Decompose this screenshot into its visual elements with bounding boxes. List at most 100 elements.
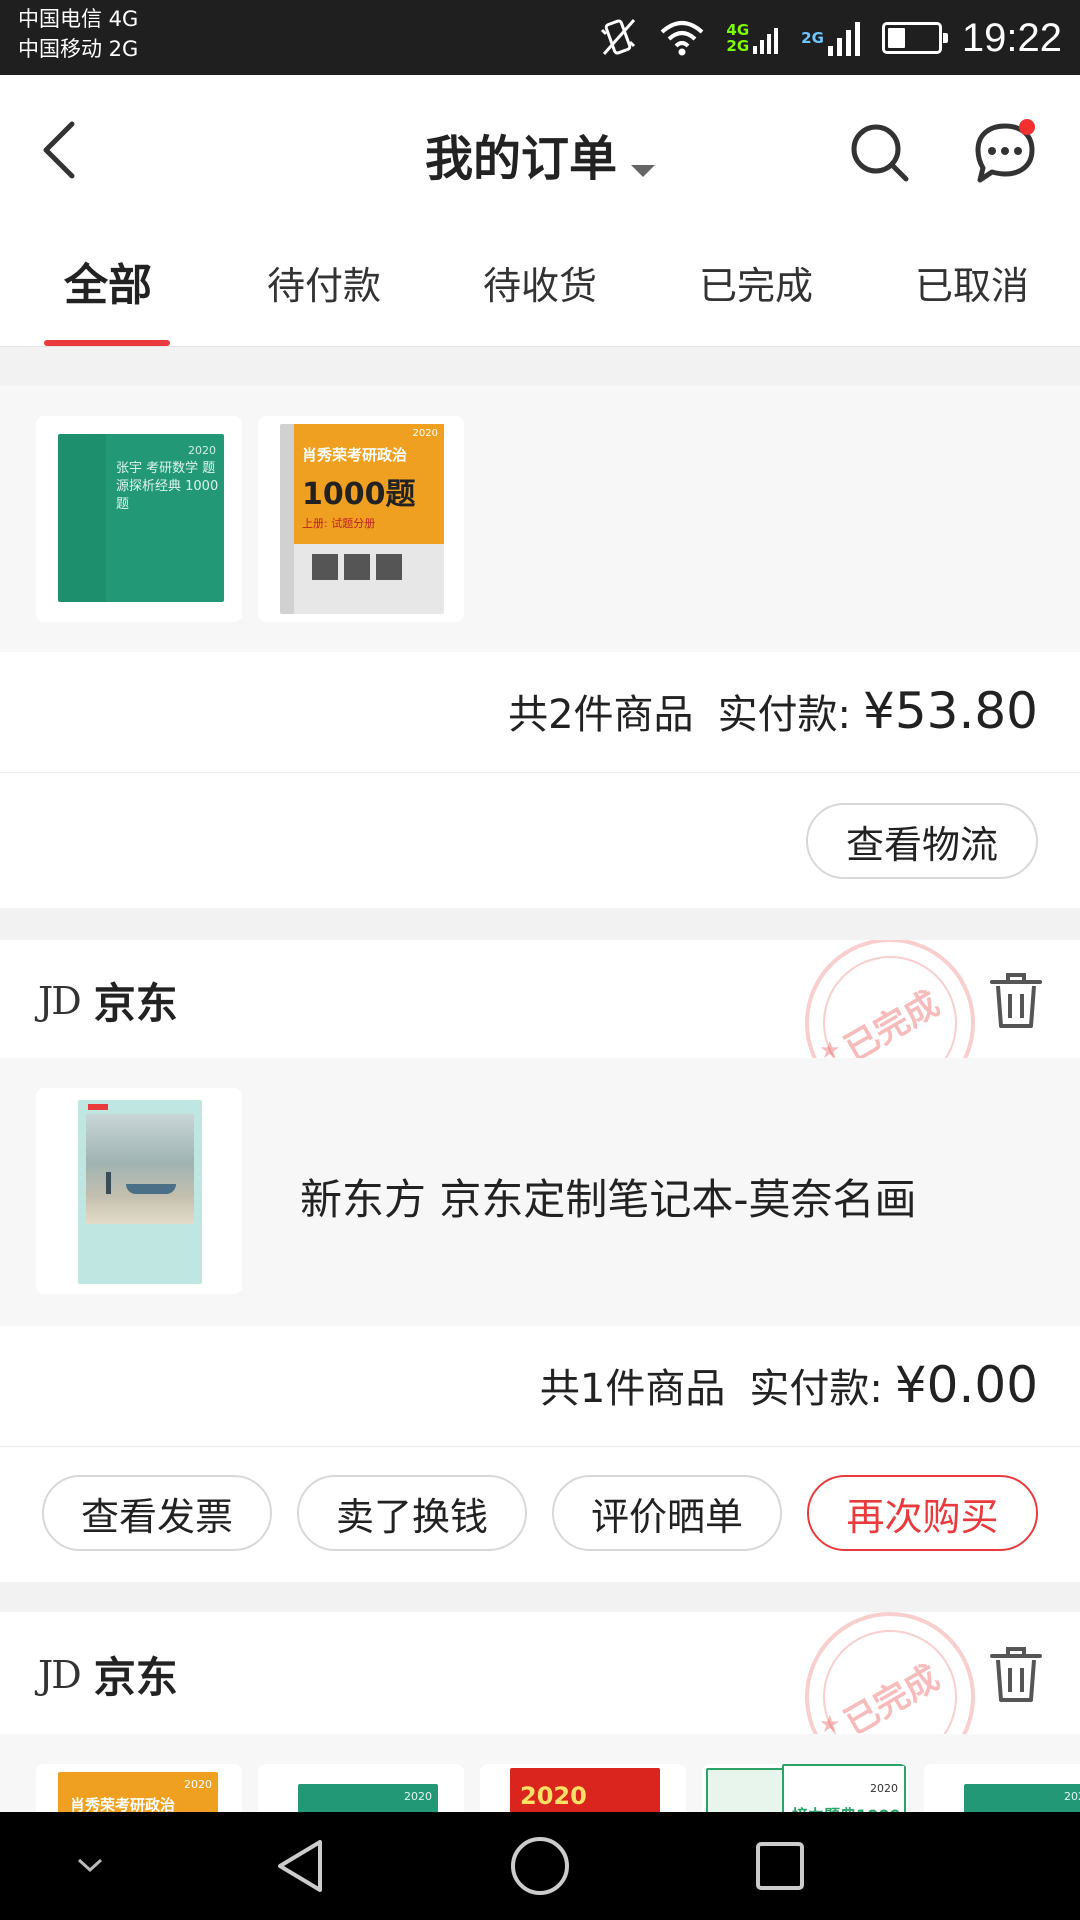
star-icon: ★ [819,1710,841,1734]
notebook-cover [78,1100,202,1284]
review-button[interactable]: 评价晒单 [552,1475,782,1551]
delete-order-button[interactable] [988,1644,1044,1704]
qr-code [312,554,338,580]
tab-pending-receipt[interactable]: 待收货 [432,225,648,347]
battery-icon [881,22,948,54]
shop-link[interactable]: JD 京东 [38,970,178,1031]
carrier-1: 中国电信 4G [18,7,139,31]
nav-recents-button[interactable] [720,1812,840,1920]
paid-label: 实付款: [749,1366,883,1412]
tab-cancelled[interactable]: 已取消 [864,225,1080,347]
product-thumbnail[interactable]: 2020 [480,1764,686,1812]
product-thumbnail[interactable]: 张宇 考研数学 题源探析经典 1000题 2020 [36,416,242,622]
qr-code [376,554,402,580]
order-total: 共2件商品 实付款: ¥53.80 [508,682,1038,740]
order-total: 共1件商品 实付款: ¥0.00 [540,1356,1038,1414]
book-cover: 2020 [964,1784,1080,1812]
order-3-shop-header: JD 京东 已完成 ★ [0,1612,1080,1734]
signal-icon-1: 4G 2G [726,20,781,56]
nav-home-button[interactable] [480,1812,600,1920]
circle-home-icon [511,1837,569,1895]
item-count: 共2件商品 [508,692,694,738]
book-cover: 张宇 考研数学 题源探析经典 1000题 2020 [106,434,224,602]
order-2-goods[interactable]: 新东方 京东定制笔记本-莫奈名画 [0,1058,1080,1326]
book-cover: 肖秀荣考研政治 2020 [58,1772,218,1812]
carrier-info: 中国电信 4G 中国移动 2G [18,4,138,64]
book-subtitle: 上册: 试题分册 [302,517,376,530]
resell-button[interactable]: 卖了换钱 [297,1475,527,1551]
signal-icon-2: 2G [801,18,862,58]
item-count: 共1件商品 [539,1366,726,1412]
book-year: 2020 [520,1782,587,1810]
product-thumbnail[interactable]: 2020 [258,1764,464,1812]
shop-link[interactable]: JD 京东 [38,1644,178,1705]
book-year: 2020 [412,428,438,439]
caret-down-icon [631,164,655,177]
tab-pending-payment[interactable]: 待付款 [216,225,432,347]
delete-order-button[interactable] [988,970,1044,1030]
paid-amount: ¥53.80 [863,682,1038,740]
book-cover: 2020 [298,1784,438,1812]
trash-icon [990,1647,1042,1702]
book-cover: 2020 [510,1768,660,1812]
product-thumbnail[interactable]: 2020 [924,1764,1080,1812]
shop-name: 京东 [93,979,178,1028]
stamp-text: 已完成 [837,1657,946,1734]
notification-dot [1019,119,1035,135]
trash-icon [990,973,1042,1028]
product-thumbnail[interactable]: 肖秀荣考研政治 2020 [36,1764,242,1812]
square-recents-icon [756,1842,804,1890]
messages-button[interactable] [965,113,1045,193]
product-thumbnail[interactable] [36,1088,242,1294]
buy-again-button[interactable]: 再次购买 [807,1475,1038,1551]
view-logistics-button[interactable]: 查看物流 [806,803,1038,879]
figure-shape [106,1172,111,1194]
network-type-2: 2G [726,37,750,55]
book-cover: 2020 接力题典1000 [782,1764,906,1812]
jd-logo: JD [38,1652,82,1697]
nav-back-button[interactable] [240,1812,360,1920]
active-tab-indicator [44,340,170,346]
network-type-3: 2G [801,29,824,47]
order-3-goods[interactable]: 肖秀荣考研政治 2020 2020 2020 2020 接力题典1000 202… [0,1734,1080,1812]
status-icons: 4G 2G 2G 19:22 [598,8,1062,68]
book-cover: 肖秀荣考研政治 1000题 上册: 试题分册 2020 [294,424,444,614]
stamp-text: 已完成 [837,983,946,1058]
hide-nav-button[interactable] [30,1812,150,1920]
book-year: 2020 [404,1790,432,1803]
completed-stamp: 已完成 ★ [798,1612,982,1734]
app-header: 我的订单 [0,75,1080,225]
product-thumbnail[interactable]: 2020 接力题典1000 [702,1764,908,1812]
separator [0,348,1080,386]
product-thumbnail[interactable]: 肖秀荣考研政治 1000题 上册: 试题分册 2020 [258,416,464,622]
search-icon [851,124,909,182]
brand-tag [88,1104,108,1110]
completed-stamp: 已完成 ★ [798,940,982,1058]
order-1-actions: 查看物流 [0,773,1080,908]
separator [0,1582,1080,1612]
carrier-2: 中国移动 2G [18,37,139,61]
system-nav-bar [0,1812,1080,1920]
order-1-goods[interactable]: 张宇 考研数学 题源探析经典 1000题 2020 肖秀荣考研政治 1000题 … [0,386,1080,652]
monet-painting [86,1114,194,1224]
order-1-total-row: 共2件商品 实付款: ¥53.80 [0,652,1080,772]
tab-all[interactable]: 全部 [0,225,216,347]
order-2-total-row: 共1件商品 实付款: ¥0.00 [0,1326,1080,1446]
book-year: 2020 [1064,1790,1080,1803]
view-invoice-button[interactable]: 查看发票 [42,1475,272,1551]
paid-label: 实付款: [717,692,852,738]
jd-logo: JD [38,978,82,1023]
book-title: 肖秀荣考研政治 [302,446,408,464]
search-button[interactable] [840,113,920,193]
shop-name: 京东 [93,1653,178,1702]
book-year: 2020 [870,1782,898,1795]
qr-code [344,554,370,580]
product-name[interactable]: 新东方 京东定制笔记本-莫奈名画 [300,1166,917,1227]
book-year: 2020 [184,1778,212,1791]
page-title: 我的订单 [424,131,617,187]
book-year: 2020 [188,444,216,457]
separator [0,908,1080,940]
book-title: 接力题典1000 [792,1802,901,1812]
tab-completed[interactable]: 已完成 [648,225,864,347]
order-tabs: 全部 待付款 待收货 已完成 已取消 [0,225,1080,347]
